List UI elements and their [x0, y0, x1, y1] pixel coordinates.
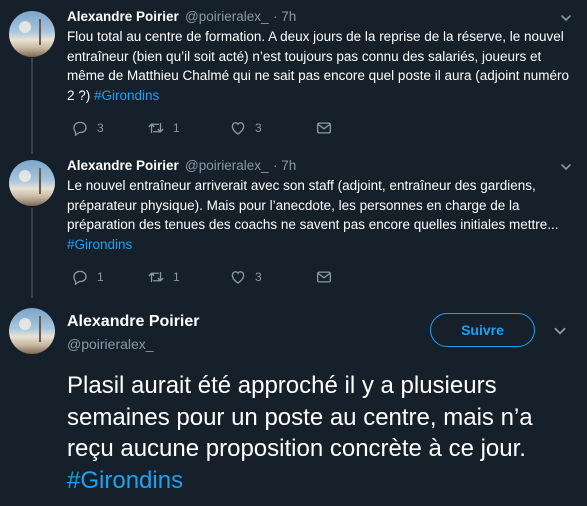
chevron-down-icon[interactable] — [559, 160, 573, 174]
like-button[interactable]: 3 — [229, 268, 315, 286]
author-name[interactable]: Alexandre Poirier — [67, 313, 200, 331]
reply-button[interactable]: 3 — [71, 119, 147, 137]
tweet[interactable]: Alexandre Poirier @poirieralex_ · 7h Flo… — [0, 0, 587, 150]
like-count: 3 — [255, 121, 262, 135]
retweet-count: 1 — [173, 121, 180, 135]
retweet-count: 1 — [173, 270, 180, 284]
like-icon — [231, 271, 245, 284]
reply-count: 3 — [97, 121, 104, 135]
tweet-actions: 1 1 3 — [71, 268, 333, 286]
tweet-text: Le nouvel entraîneur arriverait avec son… — [67, 176, 572, 254]
tweet-text-body: Le nouvel entraîneur arriverait avec son… — [67, 178, 559, 232]
author-handle[interactable]: @poirieralex_ — [67, 336, 154, 352]
avatar[interactable] — [9, 11, 55, 57]
hashtag-link[interactable]: #Girondins — [67, 237, 132, 252]
message-icon — [316, 271, 332, 283]
message-button[interactable] — [315, 268, 333, 286]
like-icon — [231, 122, 245, 135]
tweet[interactable]: Alexandre Poirier @poirieralex_ · 7h Le … — [0, 150, 587, 300]
hashtag-link[interactable]: #Girondins — [94, 88, 159, 103]
main-tweet-text-body: Plasil aurait été approché il y a plusie… — [67, 372, 533, 462]
retweet-button[interactable]: 1 — [147, 119, 229, 137]
message-icon — [316, 122, 332, 134]
author-name[interactable]: Alexandre Poirier — [67, 9, 179, 24]
author-handle[interactable]: @poirieralex_ — [185, 158, 269, 173]
message-button[interactable] — [315, 119, 333, 137]
like-button[interactable]: 3 — [229, 119, 315, 137]
tweet-text: Flou total au centre de formation. A deu… — [67, 27, 572, 105]
retweet-icon — [148, 271, 164, 283]
retweet-icon — [148, 122, 164, 134]
tweet-time[interactable]: · 7h — [273, 158, 296, 173]
tweet-actions: 3 1 3 — [71, 119, 333, 137]
avatar[interactable] — [9, 308, 55, 354]
chevron-down-icon[interactable] — [559, 11, 573, 25]
retweet-button[interactable]: 1 — [147, 268, 229, 286]
follow-button[interactable]: Suivre — [430, 313, 535, 347]
hashtag-link[interactable]: #Girondins — [67, 467, 183, 494]
reply-button[interactable]: 1 — [71, 268, 147, 286]
like-count: 3 — [255, 270, 262, 284]
tweet-time[interactable]: · 7h — [273, 9, 296, 24]
main-tweet-text: Plasil aurait été approché il y a plusie… — [67, 370, 567, 496]
chevron-down-icon[interactable] — [552, 323, 568, 339]
reply-icon — [73, 270, 87, 286]
author-name[interactable]: Alexandre Poirier — [67, 158, 179, 173]
avatar[interactable] — [9, 160, 55, 206]
reply-count: 1 — [97, 270, 104, 284]
reply-icon — [73, 121, 87, 137]
author-handle[interactable]: @poirieralex_ — [185, 9, 269, 24]
